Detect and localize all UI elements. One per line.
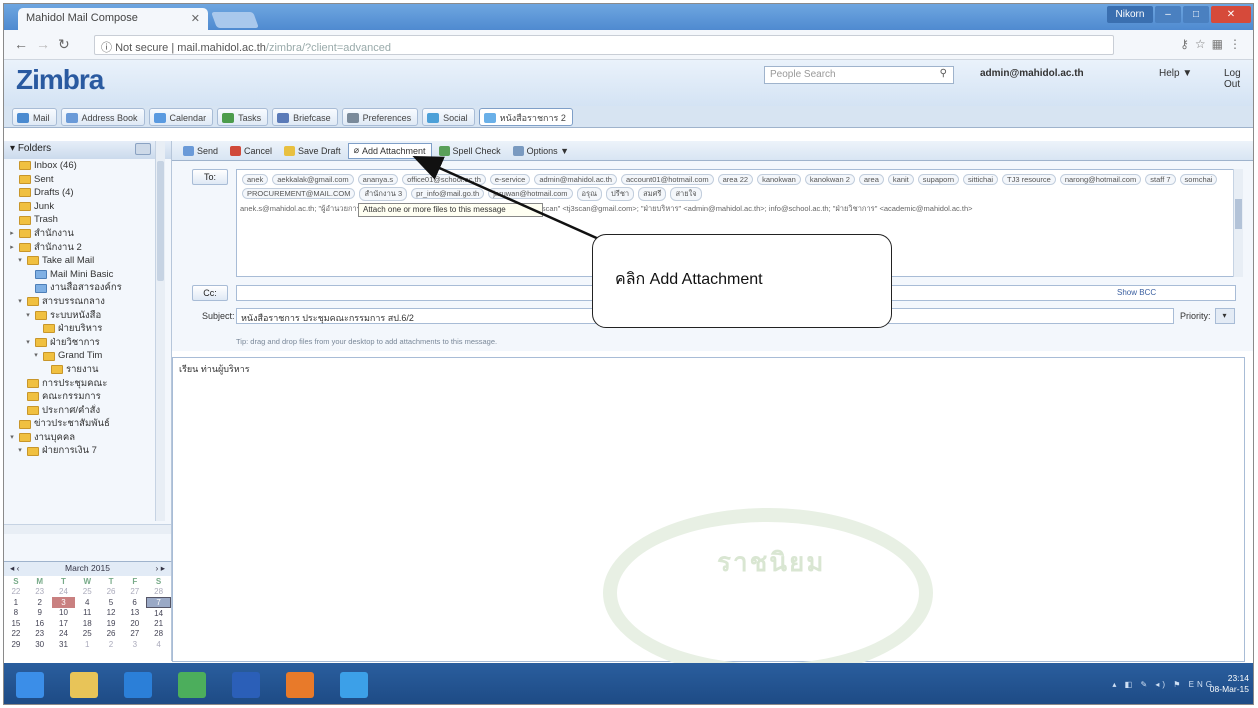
photos-app-icon[interactable] (178, 671, 206, 698)
firefox-icon[interactable] (286, 671, 314, 698)
windows-taskbar: ▴ ◧ ✎ ◂) ⚑ ENG 23:14 08-Mar-15 (4, 663, 1253, 704)
instruction-callout: คลิก Add Attachment (592, 234, 892, 328)
internet-explorer-icon[interactable] (124, 671, 152, 698)
taskbar-icons (16, 671, 368, 698)
file-explorer-icon[interactable] (70, 671, 98, 698)
word-icon[interactable] (232, 671, 260, 698)
callout-text: คลิก Add Attachment (615, 271, 763, 288)
chrome-icon[interactable] (340, 671, 368, 698)
clock-time: 23:14 (1227, 673, 1249, 683)
taskbar-clock[interactable]: 23:14 08-Mar-15 (1210, 673, 1249, 695)
windows-start-icon[interactable] (16, 671, 44, 698)
screen-frame: Mahidol Mail Compose ✕ Nikorn – □ ✕ ← → … (3, 3, 1254, 705)
callout-arrow (412, 155, 611, 246)
system-tray[interactable]: ▴ ◧ ✎ ◂) ⚑ ENG (1112, 680, 1215, 689)
clock-date: 08-Mar-15 (1209, 684, 1249, 694)
